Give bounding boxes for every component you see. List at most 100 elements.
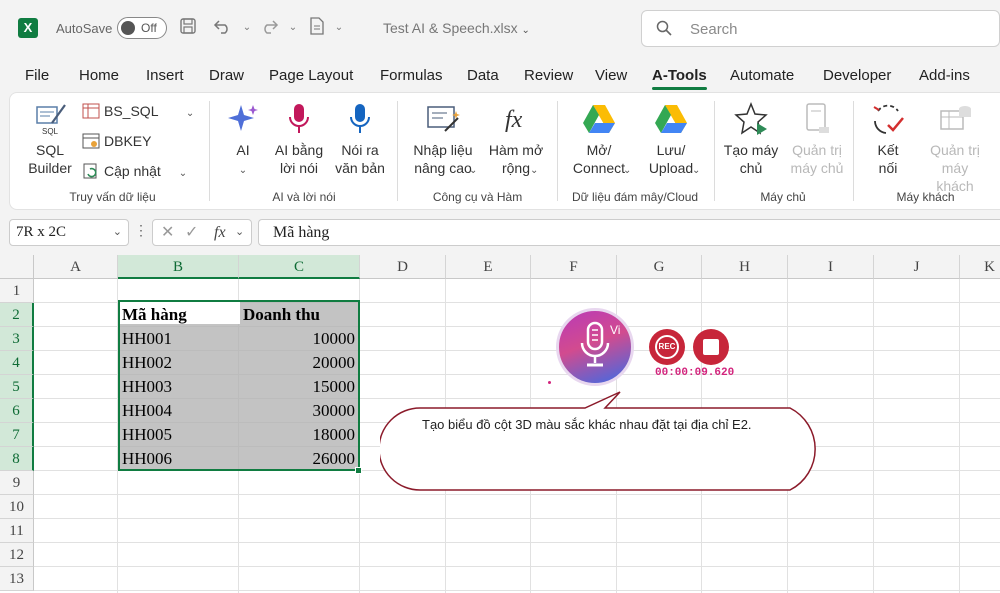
column-header-e[interactable]: E: [446, 255, 531, 279]
cell-c7[interactable]: 18000: [240, 423, 359, 447]
more-options-icon[interactable]: ⋮: [134, 222, 148, 239]
row-header-10[interactable]: 10: [0, 495, 34, 519]
manage-client-button[interactable]: Quản trị máy khách: [920, 101, 990, 195]
print-preview-icon[interactable]: [306, 17, 328, 39]
sql-builder-button[interactable]: SQL SQL Builder: [20, 101, 80, 177]
autosave-toggle[interactable]: Off: [117, 17, 167, 39]
column-header-j[interactable]: J: [874, 255, 960, 279]
row-header-5[interactable]: 5: [0, 375, 34, 399]
cancel-icon[interactable]: ✕: [161, 220, 174, 245]
select-all-corner[interactable]: [0, 255, 34, 279]
rec-label: REC: [655, 335, 679, 359]
cell-b3[interactable]: HH001: [119, 327, 238, 351]
row-header-12[interactable]: 12: [0, 543, 34, 567]
tab-automate[interactable]: Automate: [730, 67, 794, 84]
tab-file[interactable]: File: [25, 67, 49, 84]
column-header-h[interactable]: H: [702, 255, 788, 279]
column-header-b[interactable]: B: [118, 255, 239, 279]
chevron-down-icon[interactable]: ⌄: [235, 220, 244, 245]
row-header-4[interactable]: 4: [0, 351, 34, 375]
quick-access-dropdown-icon[interactable]: ⌄: [328, 17, 350, 39]
row-header-13[interactable]: 13: [0, 567, 34, 591]
cell-c3[interactable]: 10000: [240, 327, 359, 351]
rec-button[interactable]: REC: [649, 329, 685, 365]
cell-b6[interactable]: HH004: [119, 399, 238, 423]
column-header-g[interactable]: G: [617, 255, 702, 279]
create-server-button[interactable]: Tạo máy chủ: [720, 101, 782, 177]
tab-page-layout[interactable]: Page Layout: [269, 67, 353, 84]
chevron-down-icon[interactable]: ⌄: [623, 165, 631, 176]
tab-home[interactable]: Home: [79, 67, 119, 84]
tab-review[interactable]: Review: [524, 67, 573, 84]
tab-developer[interactable]: Developer: [823, 67, 891, 84]
redo-dropdown-icon[interactable]: ⌄: [282, 17, 304, 39]
column-header-f[interactable]: F: [531, 255, 617, 279]
chevron-down-icon[interactable]: ⌄: [530, 165, 538, 176]
dbkey-button[interactable]: DBKEY: [82, 133, 151, 149]
tab-add-ins[interactable]: Add-ins: [919, 67, 970, 84]
manage-server-button[interactable]: Quản trị máy chủ: [784, 101, 850, 177]
cell-b8[interactable]: HH006: [119, 447, 238, 471]
cell-c8[interactable]: 26000: [240, 447, 359, 471]
insert-function-icon[interactable]: fx: [214, 220, 226, 245]
bs-sql-button[interactable]: BS_SQL ⌄: [82, 103, 194, 119]
search-icon: [656, 20, 672, 40]
confirm-icon[interactable]: ✓: [185, 220, 198, 245]
redo-icon[interactable]: [258, 17, 280, 39]
formula-input[interactable]: Mã hàng: [258, 219, 1000, 246]
cell-c6[interactable]: 30000: [240, 399, 359, 423]
tab-a-tools[interactable]: A-Tools: [652, 67, 707, 90]
chevron-down-icon[interactable]: ⌄: [692, 165, 700, 176]
column-header-i[interactable]: I: [788, 255, 874, 279]
chevron-down-icon[interactable]: ⌄: [469, 165, 477, 176]
column-header-a[interactable]: A: [34, 255, 118, 279]
row-header-11[interactable]: 11: [0, 519, 34, 543]
group-label-data-query: Truy vấn dữ liệu: [69, 190, 156, 204]
cell-b2[interactable]: Mã hàng: [119, 303, 238, 327]
save-icon[interactable]: [177, 17, 199, 39]
row-header-6[interactable]: 6: [0, 399, 34, 423]
manage-client-label: Quản trị máy khách: [930, 142, 980, 194]
column-header-c[interactable]: C: [239, 255, 360, 279]
document-title[interactable]: Test AI & Speech.xlsx ⌄: [383, 20, 530, 36]
sparkle-icon: [228, 105, 258, 131]
tab-formulas[interactable]: Formulas: [380, 67, 443, 84]
column-header-d[interactable]: D: [360, 255, 446, 279]
cell-c4[interactable]: 20000: [240, 351, 359, 375]
cell-b4[interactable]: HH002: [119, 351, 238, 375]
column-header-k[interactable]: K: [960, 255, 1000, 279]
cell-c2[interactable]: Doanh thu: [240, 303, 359, 327]
cell-b7[interactable]: HH005: [119, 423, 238, 447]
name-box[interactable]: 7R x 2C ⌄: [9, 219, 129, 246]
row-header-9[interactable]: 9: [0, 471, 34, 495]
undo-icon[interactable]: [212, 17, 234, 39]
tab-draw[interactable]: Draw: [209, 67, 244, 84]
microphone-icon: [580, 321, 610, 367]
row-header-3[interactable]: 3: [0, 327, 34, 351]
search-input[interactable]: Search: [641, 10, 1000, 47]
undo-dropdown-icon[interactable]: ⌄: [236, 17, 258, 39]
ai-voice-button[interactable]: AI bằng lời nói: [270, 101, 328, 177]
tab-view[interactable]: View: [595, 67, 627, 84]
row-header-8[interactable]: 8: [0, 447, 34, 471]
ai-button[interactable]: AI ⌄: [218, 101, 268, 180]
advanced-input-button[interactable]: Nhập liệu nâng cao: [408, 101, 478, 177]
speech-to-text-button[interactable]: Nói ra văn bản: [332, 101, 388, 177]
tab-insert[interactable]: Insert: [146, 67, 184, 84]
cell-b5[interactable]: HH003: [119, 375, 238, 399]
ribbon-panel: SQL SQL Builder BS_SQL ⌄ DBKEY Cập nhật …: [9, 92, 1000, 210]
row-header-1[interactable]: 1: [0, 279, 34, 303]
microphone-icon: [289, 104, 309, 133]
cell-c5[interactable]: 15000: [240, 375, 359, 399]
update-button[interactable]: Cập nhật ⌄: [82, 163, 187, 179]
row-header-7[interactable]: 7: [0, 423, 34, 447]
voice-record-button[interactable]: Vi: [556, 308, 634, 386]
group-separator: [557, 101, 558, 201]
chevron-down-icon: ⌄: [178, 168, 188, 179]
google-drive-icon: [655, 105, 687, 133]
tab-data[interactable]: Data: [467, 67, 499, 84]
extended-functions-button[interactable]: fx Hàm mở rộng: [484, 101, 548, 177]
connect-button[interactable]: Kết nối: [860, 101, 916, 177]
row-header-2[interactable]: 2: [0, 303, 34, 327]
stop-button[interactable]: [693, 329, 729, 365]
